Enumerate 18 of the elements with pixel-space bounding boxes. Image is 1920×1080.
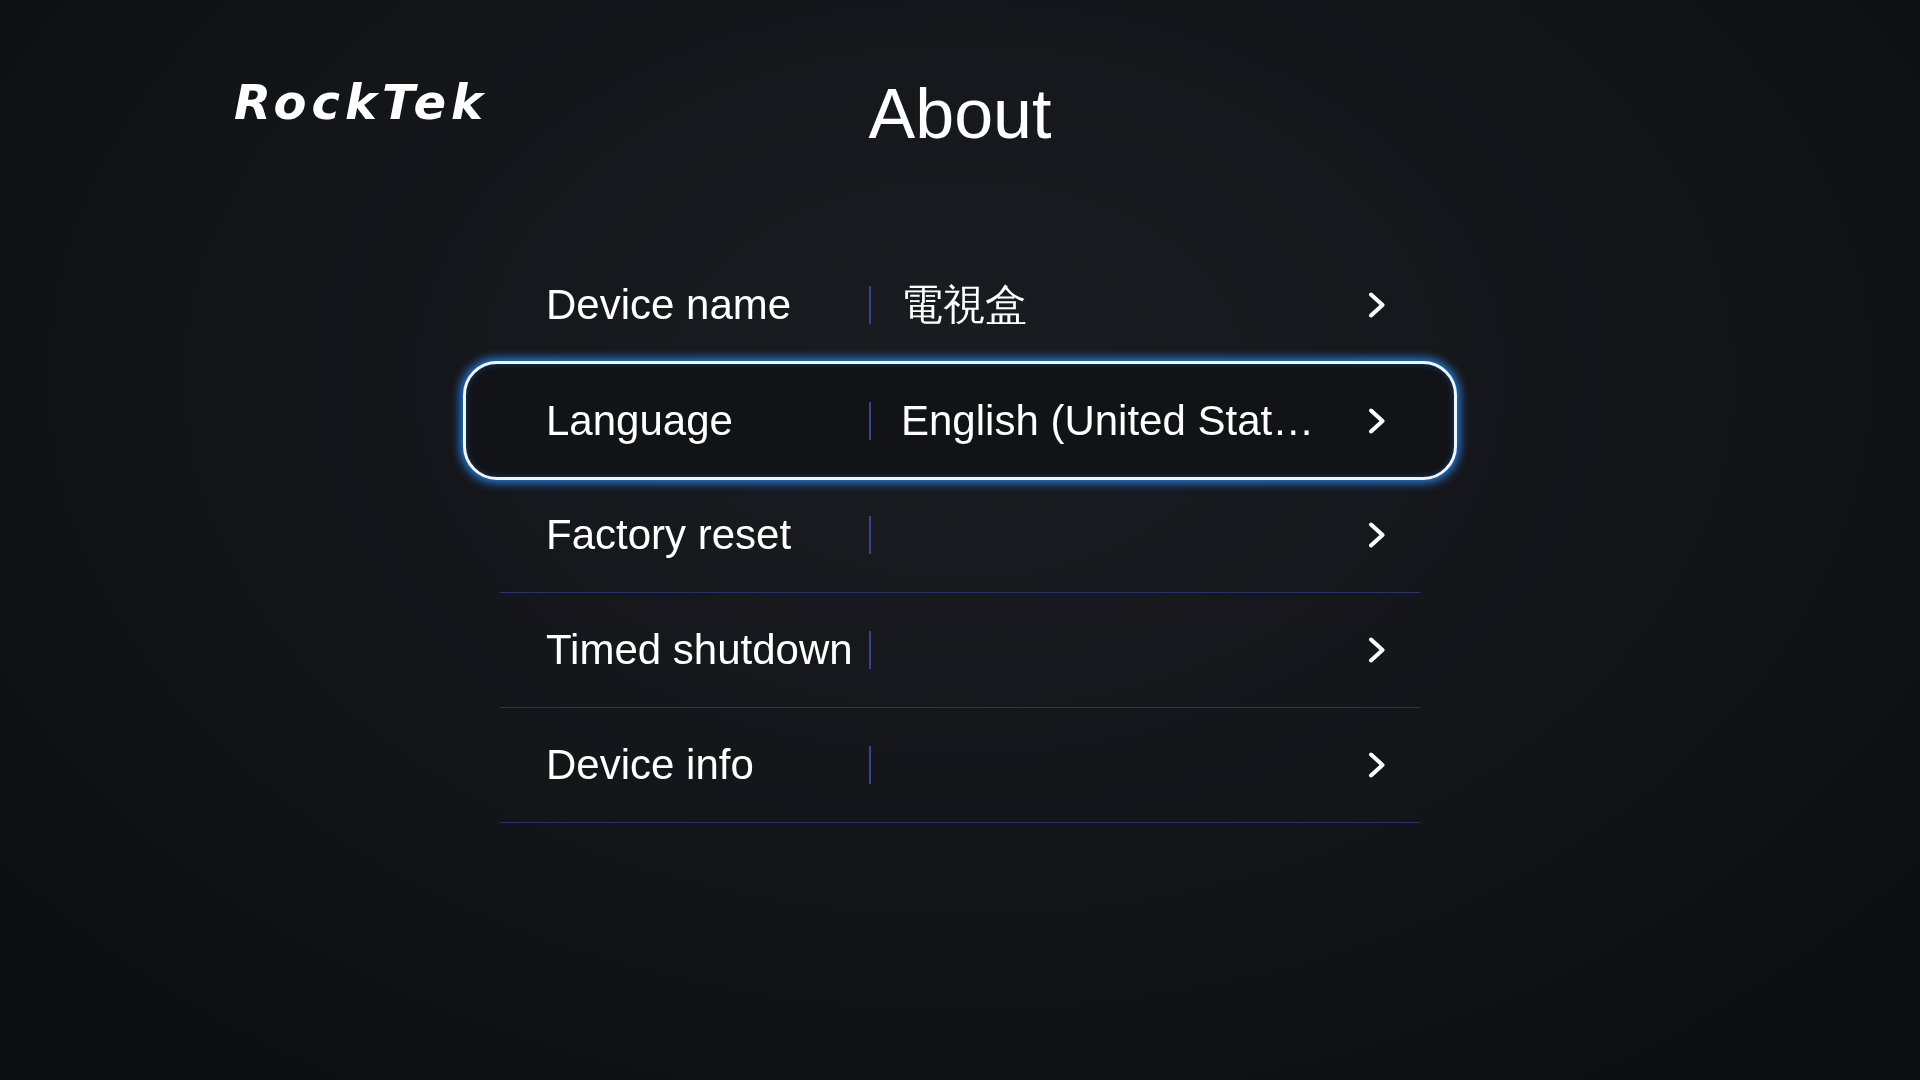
setting-label: Factory reset [546,510,793,560]
setting-label: Device name [546,280,793,330]
setting-label: Language [546,395,734,446]
settings-row[interactable]: Device info [500,708,1420,823]
page-title: About [868,74,1052,155]
brand-logo: RockTek [234,74,488,130]
settings-row[interactable]: Language English (United Stat… [463,361,1457,480]
chevron-right-icon [1368,637,1386,663]
settings-row[interactable]: Factory reset [500,478,1420,593]
settings-row[interactable]: Timed shutdown [500,593,1420,708]
chevron-right-icon [1368,292,1386,318]
setting-label: Device info [546,740,755,790]
setting-label: Timed shutdown [546,625,854,675]
setting-value: 電視盒 [901,280,1027,330]
chevron-right-icon [1368,522,1386,548]
chevron-right-icon [1368,752,1386,778]
chevron-right-icon [1368,407,1386,434]
setting-value: English (United Stat… [901,395,1315,446]
